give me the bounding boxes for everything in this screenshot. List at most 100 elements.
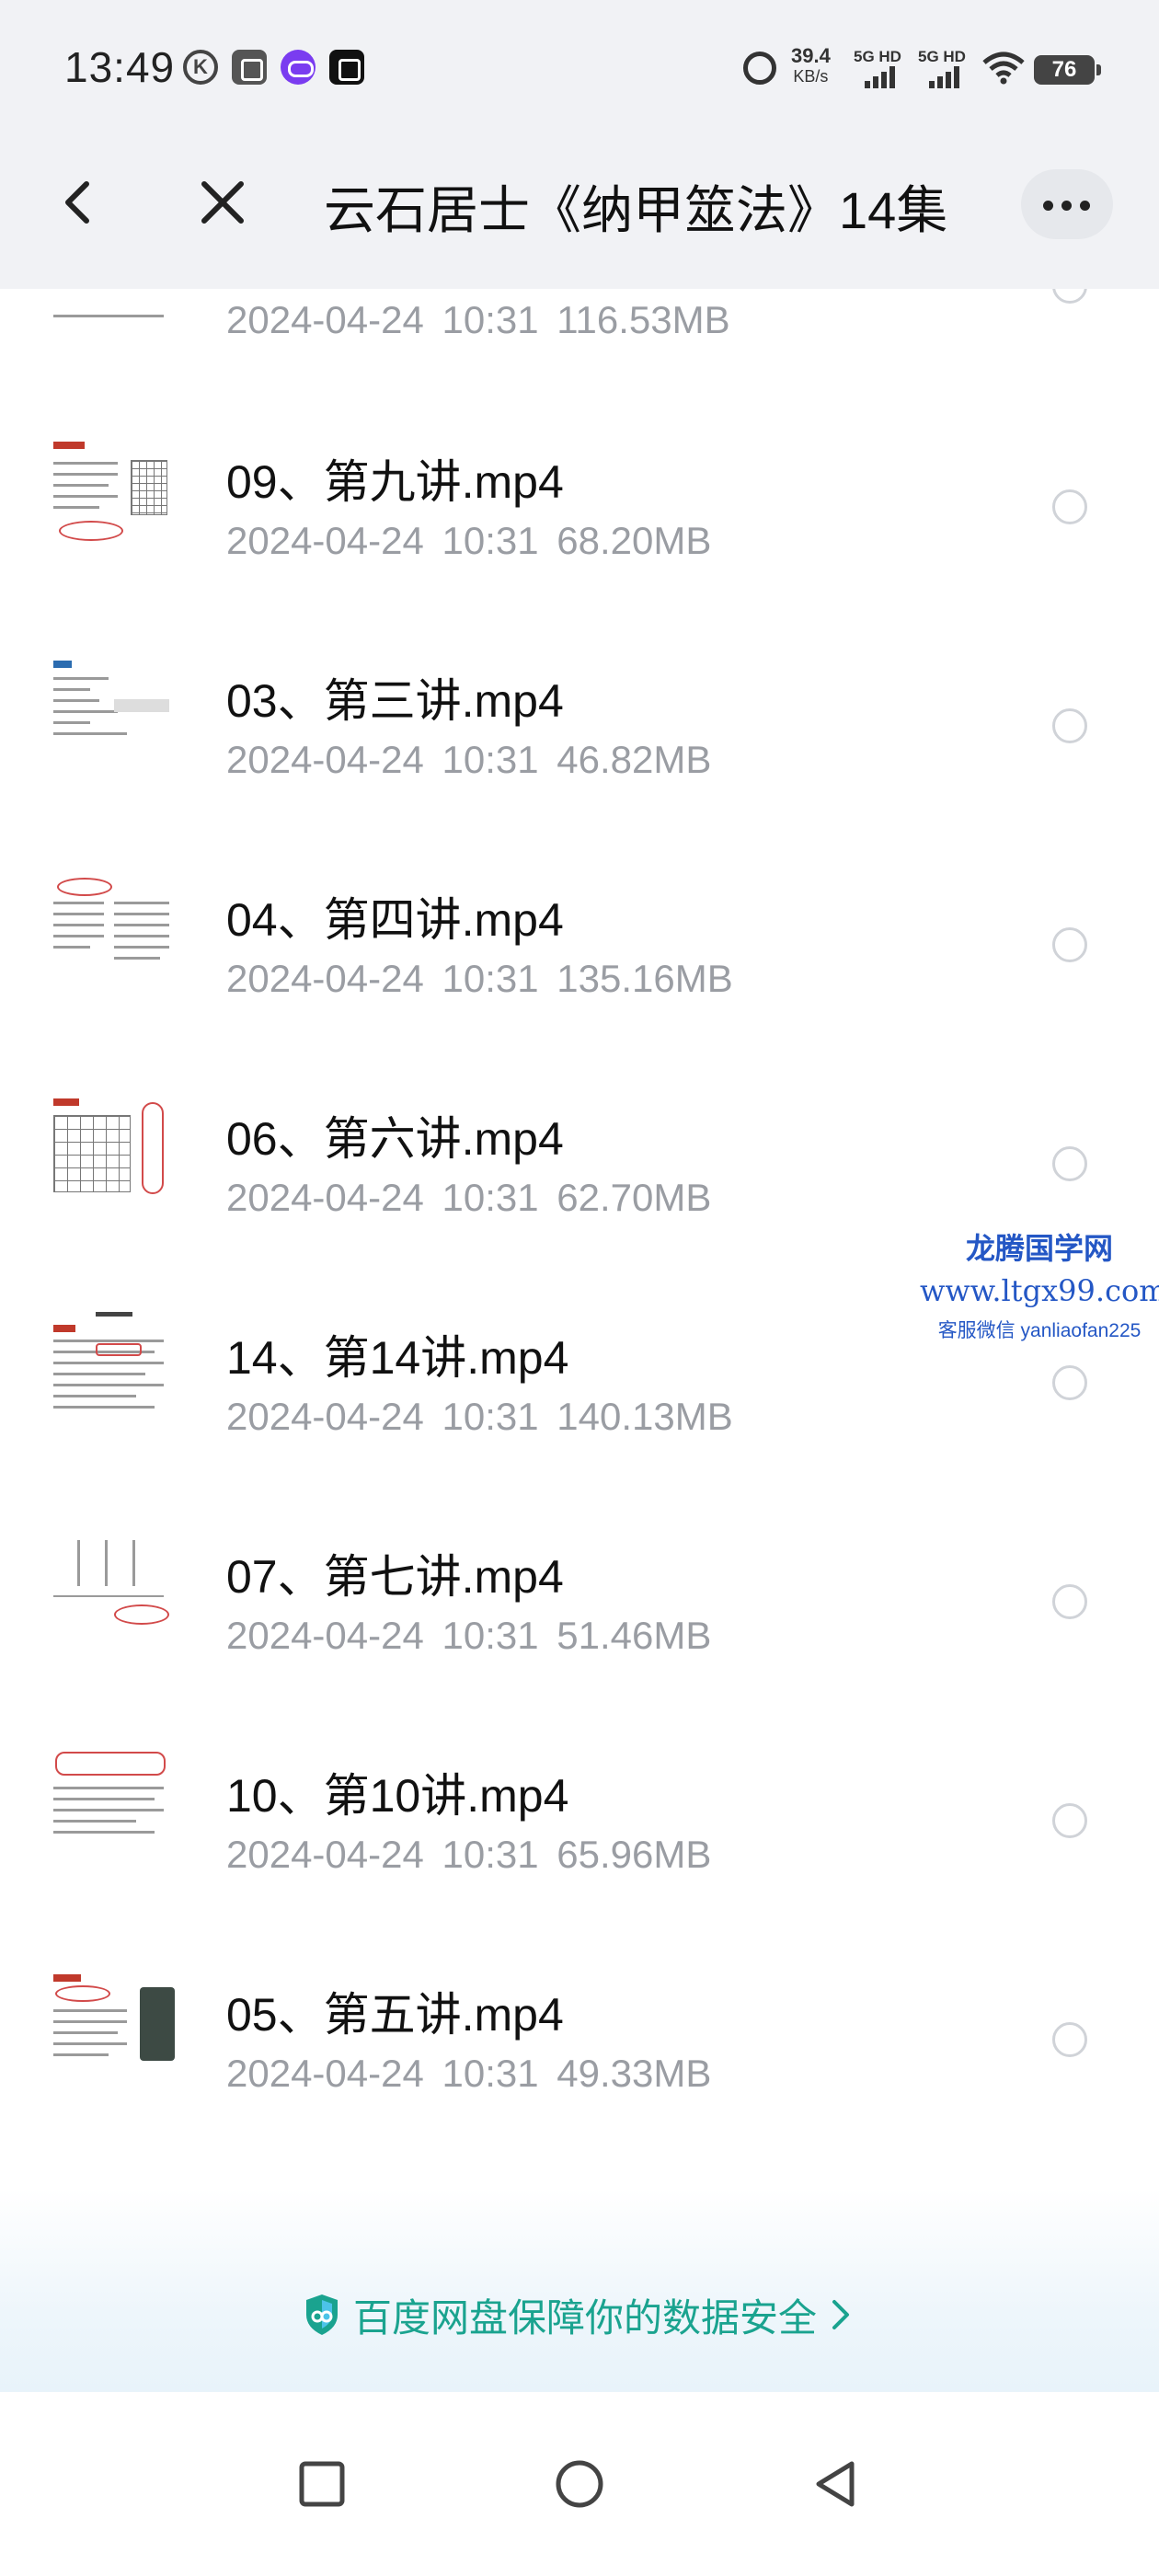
file-time: 10:31 (442, 519, 539, 562)
more-dots-icon[interactable] (1021, 169, 1113, 239)
file-name: 07、第七讲.mp4 (226, 1551, 564, 1603)
file-size: 62.70MB (557, 1176, 712, 1219)
net-speed-unit: KB/s (793, 67, 829, 86)
battery-icon: 76 (1034, 55, 1101, 85)
video-thumbnail (50, 1531, 175, 1654)
recent-apps-icon[interactable] (294, 2456, 350, 2512)
file-name: 03、第三讲.mp4 (226, 675, 564, 727)
file-meta: 2024-04-24 10:31 116.53MB (226, 298, 730, 342)
file-time: 10:31 (442, 738, 539, 781)
file-size: 68.20MB (557, 519, 712, 562)
file-time: 10:31 (442, 1176, 539, 1219)
file-name: 05、第五讲.mp4 (226, 1989, 564, 2041)
file-name: 10、第10讲.mp4 (226, 1770, 569, 1822)
alarm-icon (743, 52, 776, 85)
select-radio[interactable] (1052, 2022, 1087, 2057)
file-size: 46.82MB (557, 738, 712, 781)
file-size: 49.33MB (557, 2052, 712, 2095)
watermark-title: 龙腾国学网 (965, 1232, 1113, 1265)
file-date: 2024-04-24 (226, 1614, 424, 1657)
file-meta: 2024-04-24 10:31 46.82MB (226, 738, 711, 782)
video-thumbnail (50, 874, 175, 997)
file-size: 140.13MB (557, 1395, 733, 1438)
video-thumbnail (50, 1750, 175, 1873)
file-meta: 2024-04-24 10:31 65.96MB (226, 1833, 711, 1877)
file-date: 2024-04-24 (226, 738, 424, 781)
file-name: 04、第四讲.mp4 (226, 894, 564, 946)
file-date: 2024-04-24 (226, 298, 424, 341)
select-radio[interactable] (1052, 289, 1087, 304)
network-speed: 39.4 KB/s (791, 46, 831, 86)
select-radio[interactable] (1052, 1803, 1087, 1838)
net-speed-value: 39.4 (791, 44, 831, 67)
system-navigation (0, 2392, 1159, 2576)
signal-icon (929, 66, 966, 88)
list-item[interactable]: 10、第10讲.mp4 2024-04-24 10:31 65.96MB (0, 1715, 1159, 1934)
video-thumbnail (50, 1093, 175, 1216)
select-radio[interactable] (1052, 1584, 1087, 1619)
list-item[interactable]: 05、第五讲.mp4 2024-04-24 10:31 49.33MB (0, 1934, 1159, 2153)
sim1-label: 5G HD (854, 48, 901, 65)
file-meta: 2024-04-24 10:31 51.46MB (226, 1614, 711, 1658)
file-meta: 2024-04-24 10:31 62.70MB (226, 1176, 711, 1220)
close-icon[interactable] (195, 175, 250, 230)
file-time: 10:31 (442, 957, 539, 1000)
shield-icon (306, 2294, 338, 2335)
file-size: 51.46MB (557, 1614, 712, 1657)
status-bar: 13:49 K 39.4 KB/s 5G HD 5G HD 76 (0, 0, 1159, 118)
notification-app-icon (232, 50, 267, 85)
select-radio[interactable] (1052, 708, 1087, 743)
page-title: 云石居士《纳甲筮法》14集 (324, 181, 948, 239)
video-thumbnail (50, 1969, 175, 2092)
security-link[interactable]: 百度网盘保障你的数据安全 (304, 2287, 852, 2342)
file-date: 2024-04-24 (226, 1833, 424, 1876)
tiktok-icon (329, 50, 364, 85)
chevron-left-icon[interactable] (55, 175, 101, 230)
file-meta: 2024-04-24 10:31 49.33MB (226, 2052, 711, 2096)
video-thumbnail (50, 655, 175, 778)
file-date: 2024-04-24 (226, 1395, 424, 1438)
file-name: 09、第九讲.mp4 (226, 456, 564, 508)
file-time: 10:31 (442, 2052, 539, 2095)
security-text: 百度网盘保障你的数据安全 (353, 2295, 818, 2340)
file-size: 116.53MB (557, 298, 730, 341)
list-item[interactable]: 2024-04-24 10:31 116.53MB (0, 289, 1159, 370)
home-icon[interactable] (552, 2456, 607, 2512)
status-time: 13:49 (64, 43, 176, 91)
file-meta: 2024-04-24 10:31 140.13MB (226, 1395, 733, 1439)
file-date: 2024-04-24 (226, 957, 424, 1000)
watermark: 龙腾国学网 www.ltgx99.com 客服微信 yanliaofan225 (920, 1225, 1159, 1343)
k-app-icon: K (183, 50, 218, 85)
file-meta: 2024-04-24 10:31 135.16MB (226, 957, 733, 1001)
wifi-icon (982, 52, 1025, 85)
file-time: 10:31 (442, 298, 539, 341)
list-item[interactable]: 09、第九讲.mp4 2024-04-24 10:31 68.20MB (0, 401, 1159, 620)
file-time: 10:31 (442, 1614, 539, 1657)
file-name: 06、第六讲.mp4 (226, 1113, 564, 1165)
select-radio[interactable] (1052, 1146, 1087, 1181)
file-date: 2024-04-24 (226, 519, 424, 562)
video-thumbnail (50, 436, 175, 559)
video-thumbnail (50, 1312, 175, 1435)
select-radio[interactable] (1052, 927, 1087, 962)
list-item[interactable]: 03、第三讲.mp4 2024-04-24 10:31 46.82MB (0, 620, 1159, 839)
security-banner: 百度网盘保障你的数据安全 (0, 2190, 1159, 2392)
header: 云石居士《纳甲筮法》14集 (0, 118, 1159, 289)
signal-icon (865, 66, 901, 88)
sim2-label: 5G HD (918, 48, 966, 65)
file-time: 10:31 (442, 1395, 539, 1438)
file-size: 65.96MB (557, 1833, 712, 1876)
file-date: 2024-04-24 (226, 1176, 424, 1219)
video-thumbnail (50, 289, 175, 329)
watermark-url: www.ltgx99.com (920, 1273, 1159, 1308)
back-triangle-icon[interactable] (809, 2456, 865, 2512)
list-item[interactable]: 04、第四讲.mp4 2024-04-24 10:31 135.16MB (0, 839, 1159, 1058)
list-item[interactable]: 07、第七讲.mp4 2024-04-24 10:31 51.46MB (0, 1496, 1159, 1715)
file-name: 14、第14讲.mp4 (226, 1332, 569, 1384)
file-time: 10:31 (442, 1833, 539, 1876)
select-radio[interactable] (1052, 489, 1087, 524)
select-radio[interactable] (1052, 1365, 1087, 1400)
chevron-right-icon (832, 2300, 850, 2329)
infinity-app-icon (281, 50, 316, 85)
file-size: 135.16MB (557, 957, 733, 1000)
